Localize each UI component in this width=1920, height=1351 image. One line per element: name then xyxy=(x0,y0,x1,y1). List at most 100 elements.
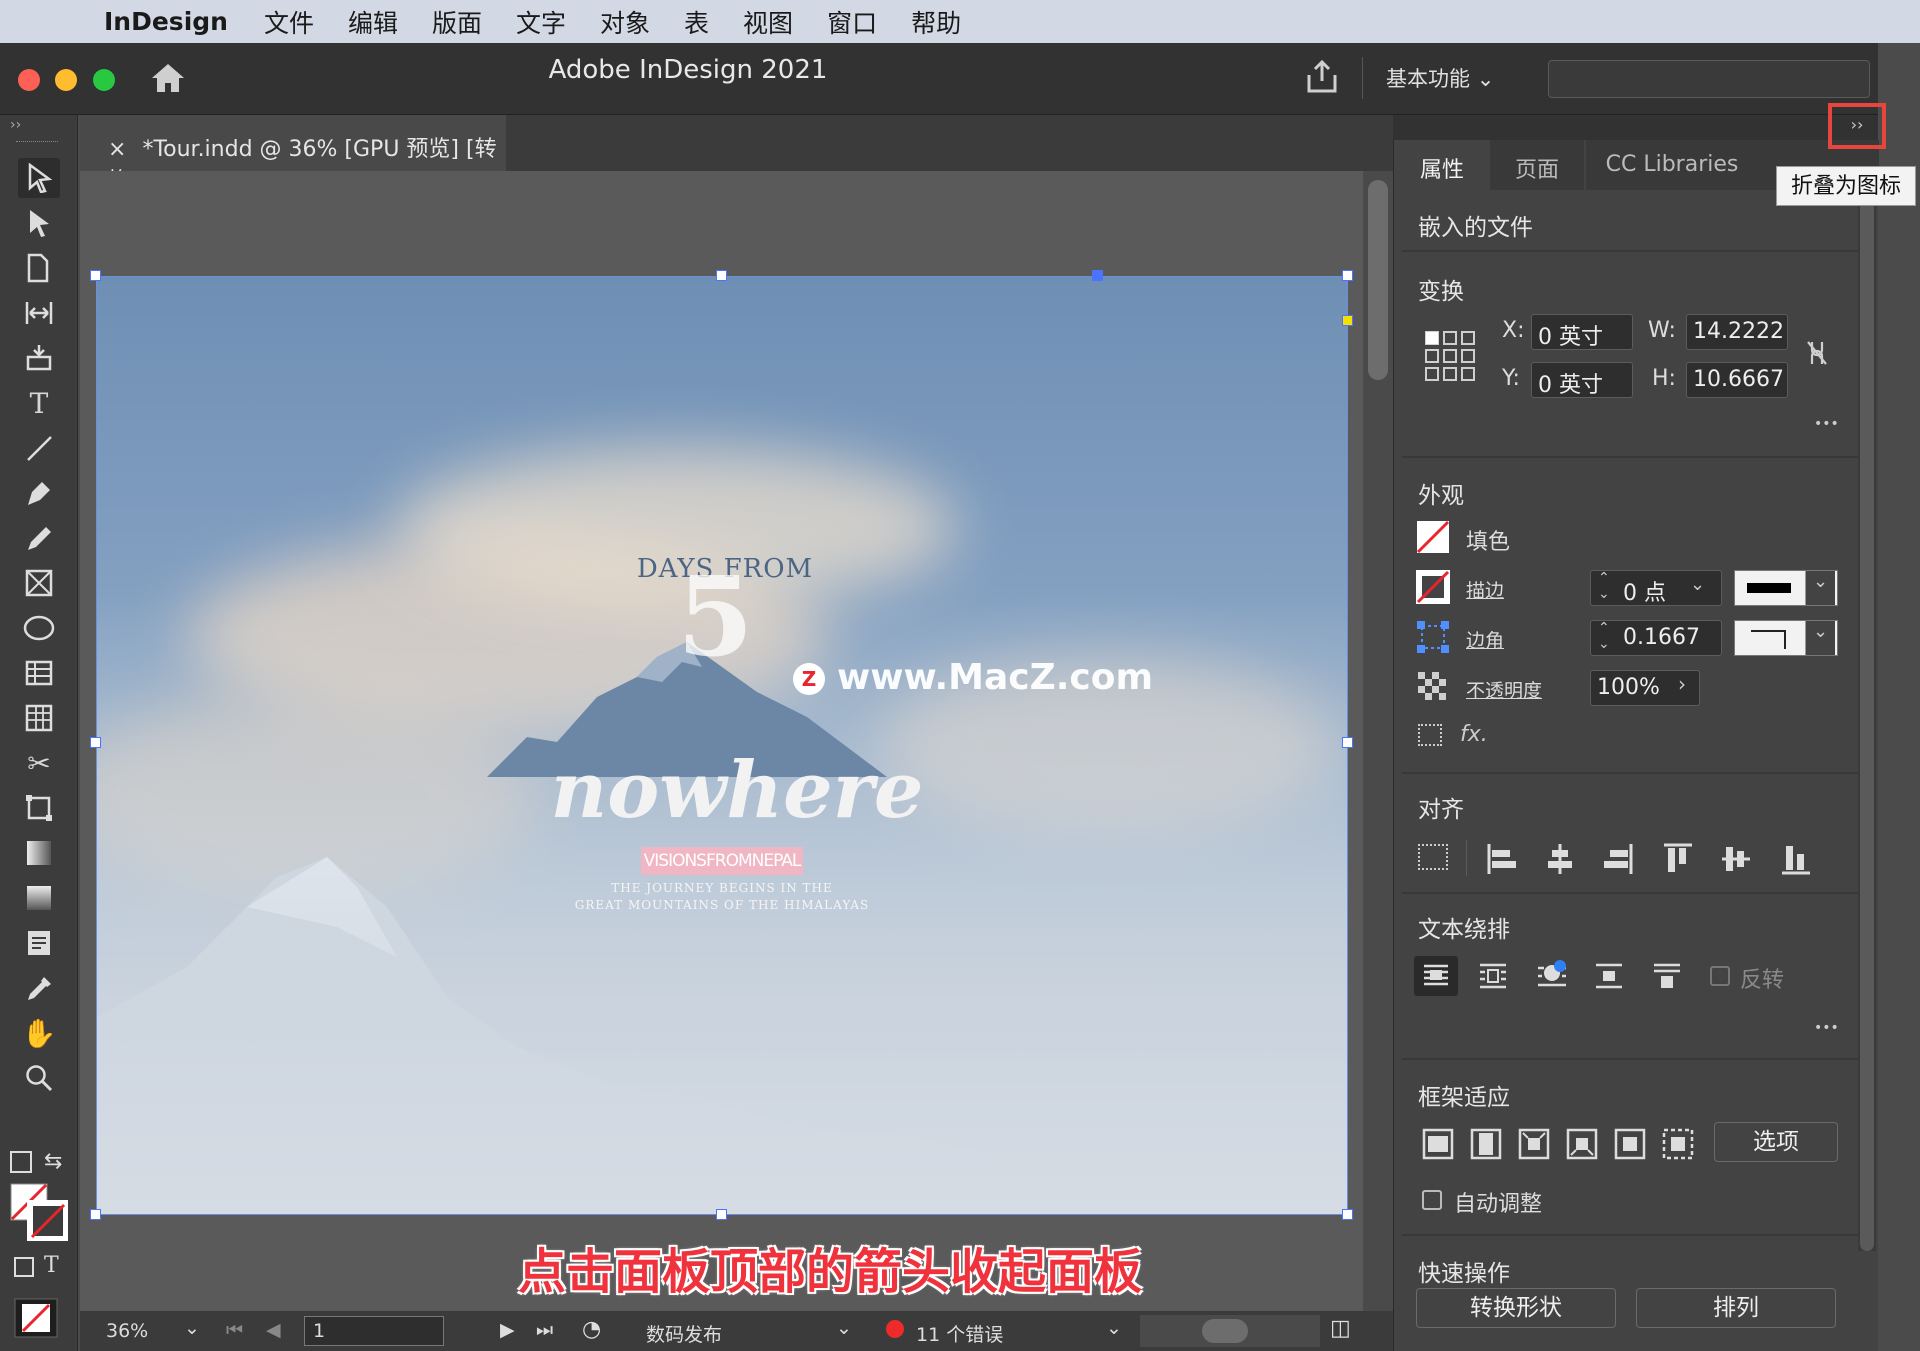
scroll-thumb[interactable] xyxy=(1368,180,1388,380)
scroll-thumb[interactable] xyxy=(1202,1319,1248,1343)
ellipse-tool-icon[interactable] xyxy=(18,608,60,648)
direct-selection-tool-icon[interactable] xyxy=(18,203,60,243)
align-left-icon[interactable] xyxy=(1486,842,1518,876)
error-count[interactable]: 11 个错误 xyxy=(916,1320,1003,1347)
menu-layout[interactable]: 版面 xyxy=(432,4,482,40)
selection-handle[interactable] xyxy=(90,270,101,281)
tab-properties[interactable]: 属性 xyxy=(1402,140,1482,190)
live-corner-handle[interactable] xyxy=(1342,315,1353,326)
fill-label[interactable]: 填色 xyxy=(1466,524,1510,556)
selection-handle[interactable] xyxy=(90,737,101,748)
height-field[interactable]: 10.6667 xyxy=(1686,362,1788,398)
table-tool-icon[interactable] xyxy=(18,653,60,693)
opacity-label[interactable]: 不透明度 xyxy=(1466,676,1542,703)
eyedropper-tool-icon[interactable] xyxy=(18,968,60,1008)
last-page-icon[interactable]: ⏭ xyxy=(536,1319,553,1341)
stepper-icon[interactable]: ⌃ ⌄ xyxy=(1598,620,1610,652)
content-grabber-handle[interactable] xyxy=(1092,270,1103,281)
center-content-icon[interactable] xyxy=(1614,1128,1646,1160)
collapse-to-icons-button[interactable]: ›› xyxy=(1828,103,1886,149)
corner-size-field[interactable]: 0.1667 xyxy=(1590,620,1722,656)
swap-fill-stroke-icon[interactable]: ⇆ xyxy=(44,1149,62,1174)
align-top-icon[interactable] xyxy=(1662,842,1694,876)
page-number-field[interactable]: 1 xyxy=(304,1316,444,1346)
align-bottom-icon[interactable] xyxy=(1780,842,1812,876)
align-right-icon[interactable] xyxy=(1602,842,1634,876)
close-tab-icon[interactable]: × xyxy=(108,137,126,162)
selection-tool-icon[interactable] xyxy=(18,158,60,198)
placed-image-frame[interactable]: DAYS FROM 5 nowhere VISIONSFROMNEPAL THE… xyxy=(96,276,1348,1215)
tab-cc-libraries[interactable]: CC Libraries xyxy=(1586,140,1758,190)
preflight-profile[interactable]: 数码发布 xyxy=(646,1320,722,1347)
menu-help[interactable]: 帮助 xyxy=(911,4,961,40)
selection-handle[interactable] xyxy=(716,270,727,281)
align-horizontal-center-icon[interactable] xyxy=(1544,842,1576,876)
frame-fitting-options-button[interactable]: 选项 xyxy=(1714,1122,1838,1162)
horizontal-scrollbar[interactable] xyxy=(1140,1315,1320,1347)
panel-scroll-thumb[interactable] xyxy=(1860,171,1874,1251)
constrain-proportions-icon[interactable] xyxy=(1804,338,1830,368)
corner-options-icon[interactable] xyxy=(1416,620,1450,654)
width-field[interactable]: 14.2222 xyxy=(1686,314,1788,350)
grid-tool-icon[interactable] xyxy=(18,698,60,738)
free-transform-tool-icon[interactable] xyxy=(18,788,60,828)
content-aware-fit-icon[interactable] xyxy=(1662,1128,1694,1160)
align-vertical-center-icon[interactable] xyxy=(1720,842,1752,876)
split-view-icon[interactable]: ◫ xyxy=(1330,1316,1351,1341)
auto-fit-checkbox[interactable] xyxy=(1422,1190,1442,1210)
y-position-field[interactable]: 0 英寸 xyxy=(1531,362,1633,398)
menu-table[interactable]: 表 xyxy=(684,4,709,40)
menu-app-name[interactable]: InDesign xyxy=(104,7,228,36)
menu-edit[interactable]: 编辑 xyxy=(348,4,398,40)
line-tool-icon[interactable] xyxy=(18,428,60,468)
wrap-none-button[interactable] xyxy=(1414,956,1458,996)
convert-shape-button[interactable]: 转换形状 xyxy=(1416,1288,1616,1328)
document-tab[interactable]: ×*Tour.indd @ 36% [GPU 预览] [转换] xyxy=(80,115,506,194)
invert-checkbox[interactable] xyxy=(1710,966,1730,986)
previous-page-icon[interactable]: ◀ xyxy=(266,1319,281,1341)
toolbar-grip[interactable] xyxy=(16,141,58,144)
gradient-feather-tool-icon[interactable] xyxy=(18,878,60,918)
type-tool-icon[interactable]: T xyxy=(18,383,60,423)
more-options-icon[interactable]: ••• xyxy=(1814,1020,1839,1036)
menu-view[interactable]: 视图 xyxy=(743,4,793,40)
align-to-selection-icon[interactable] xyxy=(1418,844,1448,870)
fx-icon[interactable]: fx. xyxy=(1460,722,1488,747)
selection-handle[interactable] xyxy=(716,1209,727,1220)
object-effects-icon[interactable] xyxy=(1418,724,1442,746)
search-input[interactable] xyxy=(1548,60,1870,98)
corner-label[interactable]: 边角 xyxy=(1466,626,1504,653)
next-page-icon[interactable]: ▶ xyxy=(500,1319,515,1341)
selection-handle[interactable] xyxy=(1342,270,1353,281)
more-options-icon[interactable]: ••• xyxy=(1814,416,1839,432)
menu-window[interactable]: 窗口 xyxy=(827,4,877,40)
menu-type[interactable]: 文字 xyxy=(516,4,566,40)
gradient-swatch-tool-icon[interactable] xyxy=(18,833,60,873)
wrap-object-shape-icon[interactable] xyxy=(1536,958,1568,990)
chevron-down-icon[interactable]: ⌄ xyxy=(1690,574,1705,595)
hand-tool-icon[interactable]: ✋ xyxy=(18,1013,60,1053)
corner-shape-dropdown[interactable]: ⌄ xyxy=(1734,620,1838,656)
gap-tool-icon[interactable] xyxy=(18,293,60,333)
stroke-label[interactable]: 描边 xyxy=(1466,576,1504,603)
arrange-button[interactable]: 排列 xyxy=(1636,1288,1836,1328)
fit-frame-to-content-icon[interactable] xyxy=(1518,1128,1550,1160)
chevron-down-icon[interactable]: ⌄ xyxy=(184,1317,200,1339)
note-tool-icon[interactable] xyxy=(18,923,60,963)
menu-file[interactable]: 文件 xyxy=(264,4,314,40)
zoom-level[interactable]: 36% xyxy=(106,1320,148,1342)
preflight-icon[interactable]: ◔ xyxy=(582,1317,601,1342)
menu-object[interactable]: 对象 xyxy=(600,4,650,40)
default-fill-stroke-icon[interactable] xyxy=(10,1151,32,1173)
wrap-next-column-icon[interactable] xyxy=(1652,962,1682,990)
stepper-icon[interactable]: ⌃ ⌄ xyxy=(1598,570,1610,602)
pen-tool-icon[interactable] xyxy=(18,473,60,513)
chevron-down-icon[interactable]: ⌄ xyxy=(1106,1317,1122,1339)
zoom-tool-icon[interactable] xyxy=(18,1058,60,1098)
chevron-right-icon[interactable]: › xyxy=(1678,672,1686,696)
wrap-jump-object-icon[interactable] xyxy=(1594,962,1624,990)
fit-content-proportionally-icon[interactable] xyxy=(1470,1128,1502,1160)
chevron-down-icon[interactable]: ⌄ xyxy=(836,1317,852,1339)
x-position-field[interactable]: 0 英寸 xyxy=(1531,314,1633,350)
tab-pages[interactable]: 页面 xyxy=(1490,140,1584,190)
